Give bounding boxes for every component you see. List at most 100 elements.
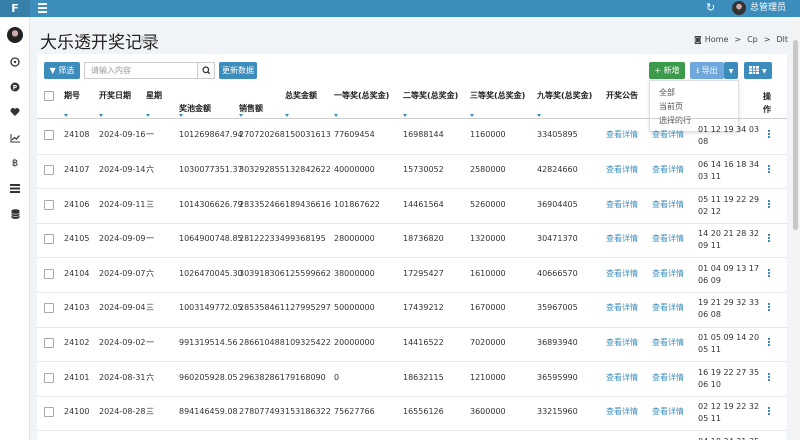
more-actions-icon[interactable]	[768, 337, 771, 348]
chart-icon[interactable]	[8, 131, 22, 145]
filter-label: 筛选	[58, 66, 75, 75]
select-all-checkbox[interactable]	[44, 91, 54, 101]
row-checkbox[interactable]	[44, 199, 54, 210]
row-checkbox[interactable]	[44, 268, 54, 279]
export-dropdown-toggle[interactable]: ▼	[724, 62, 738, 79]
column-header-date[interactable]: 开奖日期	[99, 90, 131, 101]
breadcrumb-home[interactable]: Home	[705, 35, 729, 44]
announcement-link[interactable]: 查看详情	[606, 130, 638, 140]
announcement-link[interactable]: 查看详情	[606, 338, 638, 348]
sort-arrow-icon[interactable]	[64, 114, 68, 117]
more-actions-icon[interactable]	[768, 130, 771, 140]
announcement-link[interactable]: 查看详情	[606, 407, 638, 417]
row-checkbox[interactable]	[44, 164, 54, 175]
refresh-data-button[interactable]: 更新数据	[219, 62, 257, 79]
detail-link[interactable]: 查看详情	[652, 338, 684, 348]
detail-link[interactable]: 查看详情	[652, 234, 684, 244]
export-button[interactable]: ⭳ 导出	[690, 62, 724, 79]
scrollbar-thumb[interactable]	[793, 40, 798, 230]
announcement-link[interactable]: 查看详情	[606, 165, 638, 175]
chevron-down-icon: ▼	[728, 68, 734, 75]
export-option-all[interactable]: 全部	[659, 87, 675, 98]
more-actions-icon[interactable]	[768, 234, 771, 244]
row-checkbox[interactable]	[44, 130, 54, 141]
column-header-pool[interactable]: 奖池金额	[179, 103, 211, 114]
row-checkbox[interactable]	[44, 303, 54, 314]
detail-link[interactable]: 查看详情	[652, 165, 684, 175]
column-header-weekday[interactable]: 星期	[146, 90, 162, 101]
row-checkbox[interactable]	[44, 407, 54, 418]
chevron-down-icon: ▼	[761, 68, 767, 75]
column-header-third-prize[interactable]: 三等奖(总奖金)	[470, 90, 525, 101]
cell-date: 2024-09-04	[99, 303, 146, 313]
column-header-ninth-prize[interactable]: 九等奖(总奖金)	[537, 90, 592, 101]
announcement-link[interactable]: 查看详情	[606, 269, 638, 279]
sort-arrow-icon[interactable]	[239, 114, 243, 117]
breadcrumb-dlt: Dlt	[776, 35, 788, 44]
row-checkbox[interactable]	[44, 234, 54, 245]
filter-icon: ▼	[49, 66, 56, 75]
sort-arrow-icon[interactable]	[470, 114, 474, 117]
detail-link[interactable]: 查看详情	[652, 373, 684, 383]
dashboard-icon[interactable]	[8, 55, 22, 69]
announcement-link[interactable]: 查看详情	[606, 200, 638, 210]
list-icon[interactable]	[8, 181, 22, 195]
add-button[interactable]: + 新增	[649, 62, 685, 79]
more-actions-icon[interactable]	[768, 164, 771, 175]
row-checkbox[interactable]	[44, 372, 54, 383]
detail-link[interactable]: 查看详情	[652, 303, 684, 313]
menu-toggle-icon[interactable]	[38, 3, 47, 13]
announcement-link[interactable]: 查看详情	[606, 234, 638, 244]
more-actions-icon[interactable]	[768, 199, 771, 210]
cell-total-prize: 125599662	[285, 268, 331, 278]
row-checkbox[interactable]	[44, 337, 54, 348]
detail-link[interactable]: 查看详情	[652, 269, 684, 279]
column-header-second-prize[interactable]: 二等奖(总奖金)	[403, 90, 458, 101]
app-logo[interactable]: F	[0, 0, 30, 17]
announcement-link[interactable]: 查看详情	[606, 373, 638, 383]
cell-weekday: 一	[146, 337, 154, 347]
search-button[interactable]	[198, 62, 215, 79]
cell-total-prize: 127995297	[285, 303, 331, 313]
cell-ninth-prize: 36595990	[537, 372, 578, 382]
export-option-selected-rows[interactable]: 选择的行	[659, 115, 691, 126]
column-header-announcement: 开奖公告	[606, 91, 638, 100]
export-option-current-page[interactable]: 当前页	[659, 101, 683, 112]
sort-arrow-icon[interactable]	[334, 114, 338, 117]
sort-arrow-icon[interactable]	[179, 114, 183, 117]
user-name[interactable]: 总管理员	[750, 2, 786, 15]
columns-toggle-button[interactable]: ▼	[744, 62, 772, 79]
cell-third-prize: 1320000	[470, 234, 506, 244]
sort-arrow-icon[interactable]	[537, 114, 541, 117]
top-navbar	[0, 0, 800, 17]
user-avatar[interactable]	[732, 1, 746, 15]
column-header-sales[interactable]: 销售额	[239, 103, 263, 114]
row-divider	[37, 361, 787, 363]
more-actions-icon[interactable]	[768, 268, 771, 279]
column-header-period[interactable]: 期号	[64, 90, 80, 101]
heart-icon[interactable]	[8, 105, 22, 119]
column-header-total-prize[interactable]: 总奖金额	[285, 90, 317, 101]
breadcrumb-cp[interactable]: Cp	[747, 35, 758, 44]
detail-link[interactable]: 查看详情	[652, 130, 684, 140]
sort-arrow-icon[interactable]	[146, 114, 150, 117]
sort-arrow-icon[interactable]	[99, 114, 103, 117]
product-icon[interactable]: P	[8, 80, 22, 94]
cell-period: 24107	[64, 164, 90, 174]
filter-button[interactable]: ▼ 筛选	[44, 62, 80, 79]
more-actions-icon[interactable]	[768, 303, 771, 313]
cell-period: 24101	[64, 372, 90, 382]
detail-link[interactable]: 查看详情	[652, 407, 684, 417]
announcement-link[interactable]: 查看详情	[606, 303, 638, 313]
more-actions-icon[interactable]	[768, 372, 771, 383]
detail-link[interactable]: 查看详情	[652, 200, 684, 210]
database-icon[interactable]	[8, 207, 22, 221]
bitcoin-icon[interactable]: ฿	[8, 156, 22, 170]
refresh-icon[interactable]: ↻	[706, 1, 715, 15]
sort-arrow-icon[interactable]	[285, 114, 289, 117]
sort-arrow-icon[interactable]	[403, 114, 407, 117]
more-actions-icon[interactable]	[768, 407, 771, 417]
column-header-first-prize[interactable]: 一等奖(总奖金)	[334, 90, 389, 101]
search-input[interactable]: 请输入内容	[84, 62, 198, 79]
download-icon: ⭳	[696, 66, 700, 75]
